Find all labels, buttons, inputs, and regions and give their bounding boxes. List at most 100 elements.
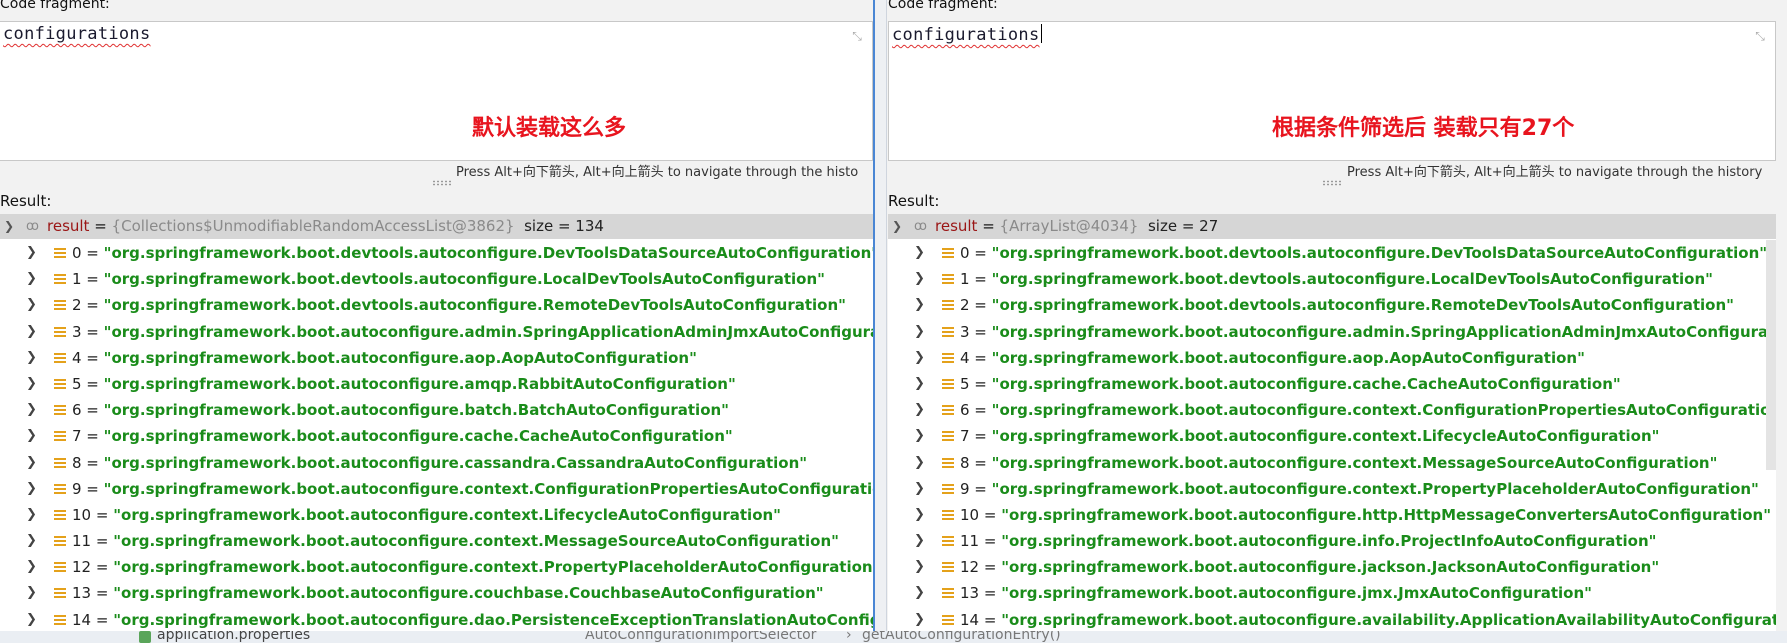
chevron-right-icon[interactable]: ❯ (914, 423, 925, 449)
chevron-right-icon[interactable]: ❯ (26, 423, 37, 449)
field-list-icon (942, 483, 954, 495)
vertical-scrollbar[interactable] (1766, 240, 1776, 470)
item-index: 3 = (960, 322, 992, 341)
list-item[interactable]: ❯ 9 = "org.springframework.boot.autoconfi… (888, 476, 1776, 502)
field-list-icon (54, 300, 66, 312)
list-item[interactable]: ❯ 5 = "org.springframework.boot.autoconfi… (888, 371, 1776, 397)
code-fragment-editor[interactable]: configurations ⤡ 根据条件筛选后 装载只有27个 (888, 21, 1776, 161)
chevron-down-icon[interactable]: ❯ (4, 214, 16, 239)
resize-grip[interactable] (1322, 180, 1342, 186)
code-fragment-editor[interactable]: configurations ⤡ 默认装载这么多 (0, 21, 873, 161)
item-value: "org.springframework.boot.devtools.autoc… (991, 244, 1768, 262)
item-index: 14 = (960, 610, 1002, 629)
list-item[interactable]: ❯ 14 = "org.springframework.boot.autoconf… (0, 607, 873, 631)
chevron-right-icon[interactable]: ❯ (914, 580, 925, 606)
chevron-right-icon[interactable]: ❯ (26, 345, 37, 371)
chevron-right-icon[interactable]: ❯ (26, 397, 37, 423)
list-item[interactable]: ❯ 10 = "org.springframework.boot.autoconf… (0, 502, 873, 528)
list-item[interactable]: ❯ 4 = "org.springframework.boot.autoconfi… (888, 345, 1776, 371)
chevron-right-icon[interactable]: ❯ (26, 502, 37, 528)
chevron-right-icon[interactable]: ❯ (914, 397, 925, 423)
list-item-text: 11 = "org.springframework.boot.autoconfi… (960, 528, 1656, 554)
result-root-row[interactable]: ❯ oo result = {ArrayList@4034} size = 27 (888, 214, 1776, 239)
item-value: "org.springframework.boot.autoconfigure.… (103, 401, 729, 420)
chevron-right-icon[interactable]: ❯ (26, 476, 37, 502)
chevron-right-icon[interactable]: ❯ (914, 240, 925, 266)
item-index: 7 = (960, 427, 992, 446)
list-item[interactable]: ❯ 1 = "org.springframework.boot.devtools.… (888, 266, 1776, 292)
item-index: 0 = (960, 244, 992, 262)
chevron-right-icon[interactable]: ❯ (914, 266, 925, 292)
result-root-row[interactable]: ❯ oo result = {Collections$UnmodifiableR… (0, 214, 873, 239)
list-item[interactable]: ❯ 6 = "org.springframework.boot.autoconfi… (888, 397, 1776, 423)
code-fragment-text[interactable]: configurations (892, 24, 1042, 45)
list-item[interactable]: ❯ 8 = "org.springframework.boot.autoconfi… (888, 450, 1776, 476)
list-item[interactable]: ❯ 1 = "org.springframework.boot.devtools.… (0, 266, 873, 292)
result-equals: = (89, 217, 112, 235)
list-item[interactable]: ❯ 13 = "org.springframework.boot.autoconf… (888, 580, 1776, 606)
chevron-right-icon[interactable]: ❯ (914, 371, 925, 397)
chevron-right-icon[interactable]: ❯ (914, 554, 925, 580)
chevron-right-icon[interactable]: ❯ (26, 319, 37, 345)
field-list-icon (54, 509, 66, 521)
list-item[interactable]: ❯ 9 = "org.springframework.boot.autoconfi… (0, 476, 873, 502)
item-value: "org.springframework.boot.autoconfigure.… (991, 348, 1585, 367)
item-index: 10 = (960, 505, 1002, 524)
chevron-right-icon[interactable]: ❯ (914, 502, 925, 528)
list-item-text: 7 = "org.springframework.boot.autoconfig… (72, 423, 733, 449)
file-tab-label[interactable]: application.properties (157, 631, 310, 643)
list-item[interactable]: ❯ 10 = "org.springframework.boot.autoconf… (888, 502, 1776, 528)
collapse-arrows-icon[interactable]: ⤡ (1753, 29, 1767, 43)
list-item[interactable]: ❯ 3 = "org.springframework.boot.autoconfi… (888, 319, 1776, 345)
chevron-right-icon[interactable]: ❯ (26, 554, 37, 580)
list-item[interactable]: ❯ 6 = "org.springframework.boot.autoconfi… (0, 397, 873, 423)
chevron-right-icon[interactable]: ❯ (26, 607, 37, 631)
code-fragment-text[interactable]: configurations (3, 24, 151, 44)
chevron-right-icon[interactable]: ❯ (914, 345, 925, 371)
breadcrumb-class[interactable]: AutoConfigurationImportSelector (585, 631, 816, 643)
chevron-right-icon[interactable]: ❯ (26, 240, 37, 266)
list-item[interactable]: ❯ 11 = "org.springframework.boot.autoconf… (0, 528, 873, 554)
result-tree[interactable]: ❯ oo result = {ArrayList@4034} size = 27… (888, 214, 1776, 631)
chevron-right-icon[interactable]: ❯ (26, 450, 37, 476)
list-item-text: 2 = "org.springframework.boot.devtools.a… (960, 292, 1734, 318)
list-item[interactable]: ❯ 14 = "org.springframework.boot.autoconf… (888, 607, 1776, 631)
list-item[interactable]: ❯ 3 = "org.springframework.boot.autoconfi… (0, 319, 873, 345)
chevron-right-icon[interactable]: ❯ (26, 266, 37, 292)
list-item[interactable]: ❯ 2 = "org.springframework.boot.devtools.… (888, 292, 1776, 318)
list-item[interactable]: ❯ 0 = "org.springframework.boot.devtools.… (888, 240, 1776, 266)
list-item[interactable]: ❯ 7 = "org.springframework.boot.autoconfi… (0, 423, 873, 449)
chevron-right-icon[interactable]: ❯ (914, 450, 925, 476)
chevron-down-icon[interactable]: ❯ (892, 214, 904, 239)
list-item[interactable]: ❯ 0 = "org.springframework.boot.devtools.… (0, 240, 873, 266)
chevron-right-icon[interactable]: ❯ (26, 371, 37, 397)
chevron-right-icon[interactable]: ❯ (914, 319, 925, 345)
item-index: 10 = (72, 505, 114, 524)
collapse-arrows-icon[interactable]: ⤡ (850, 29, 864, 43)
chevron-right-icon[interactable]: ❯ (26, 292, 37, 318)
list-item[interactable]: ❯ 8 = "org.springframework.boot.autoconfi… (0, 450, 873, 476)
item-index: 9 = (960, 479, 992, 498)
list-item[interactable]: ❯ 7 = "org.springframework.boot.autoconfi… (888, 423, 1776, 449)
chevron-right-icon[interactable]: ❯ (914, 476, 925, 502)
chevron-right-icon[interactable]: ❯ (914, 607, 925, 631)
chevron-right-icon[interactable]: ❯ (914, 528, 925, 554)
chevron-right-icon[interactable]: ❯ (26, 580, 37, 606)
list-item[interactable]: ❯ 13 = "org.springframework.boot.autoconf… (0, 580, 873, 606)
field-list-icon (54, 457, 66, 469)
resize-grip[interactable] (432, 180, 452, 186)
watch-glasses-icon: oo (914, 219, 927, 234)
list-item[interactable]: ❯ 5 = "org.springframework.boot.autoconfi… (0, 371, 873, 397)
list-item[interactable]: ❯ 2 = "org.springframework.boot.devtools.… (0, 292, 873, 318)
list-item[interactable]: ❯ 12 = "org.springframework.boot.autoconf… (888, 554, 1776, 580)
result-tree[interactable]: ❯ oo result = {Collections$UnmodifiableR… (0, 214, 873, 631)
list-item[interactable]: ❯ 4 = "org.springframework.boot.autoconfi… (0, 345, 873, 371)
panel-divider[interactable] (873, 0, 887, 643)
list-item[interactable]: ❯ 12 = "org.springframework.boot.autoconf… (0, 554, 873, 580)
chevron-right-icon[interactable]: ❯ (26, 528, 37, 554)
field-list-icon (942, 614, 954, 626)
breadcrumb-method[interactable]: getAutoConfigurationEntry() (862, 631, 1061, 643)
list-item[interactable]: ❯ 11 = "org.springframework.boot.autoconf… (888, 528, 1776, 554)
item-value: "org.springframework.boot.autoconfigure.… (113, 558, 873, 577)
chevron-right-icon[interactable]: ❯ (914, 292, 925, 318)
